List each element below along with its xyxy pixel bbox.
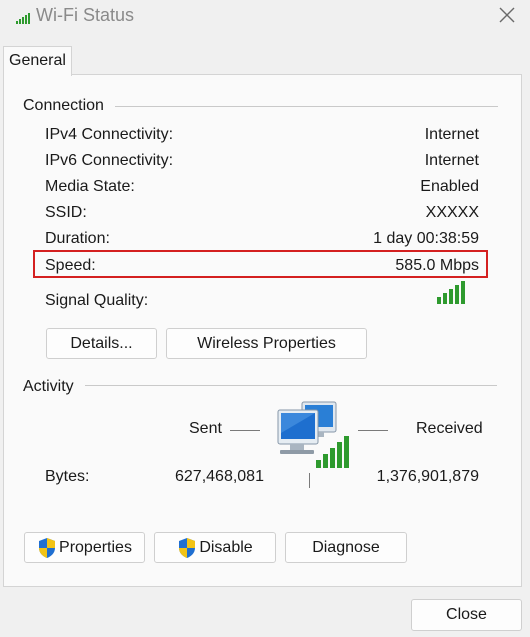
ssid-value: XXXXX [425,204,479,221]
properties-button-label: Properties [59,538,132,556]
close-icon[interactable] [496,4,518,26]
details-button[interactable]: Details... [46,328,157,359]
window-title: Wi-Fi Status [36,5,135,25]
disable-button-label: Disable [199,538,253,556]
wireless-properties-button[interactable]: Wireless Properties [166,328,367,359]
ipv6-value: Internet [424,152,479,169]
signal-quality-label: Signal Quality: [45,292,149,309]
wifi-signal-icon [16,13,30,24]
uac-shield-icon [179,537,196,558]
uac-shield-icon [39,537,56,558]
diagnose-button[interactable]: Diagnose [285,532,407,563]
tab-general[interactable]: General [3,46,72,76]
signal-strength-icon [437,281,465,304]
disable-button[interactable]: Disable [154,532,276,563]
activity-group-title: Activity [23,378,74,395]
ipv4-label: IPv4 Connectivity: [45,126,174,143]
ssid-label: SSID: [45,204,87,221]
sent-label: Sent [189,420,222,437]
ipv6-label: IPv6 Connectivity: [45,152,174,169]
bytes-sent-value: 627,468,081 [175,468,264,485]
duration-label: Duration: [45,230,110,247]
bytes-label: Bytes: [45,468,90,485]
ipv4-value: Internet [424,126,479,143]
speed-label: Speed: [45,257,96,274]
media-state-label: Media State: [45,178,135,195]
activity-divider [85,385,497,386]
activity-divider-tick [309,473,310,488]
received-line [358,430,388,431]
network-computers-icon [277,401,349,468]
properties-button[interactable]: Properties [24,532,145,563]
duration-value: 1 day 00:38:59 [373,230,479,247]
title-bar: Wi-Fi Status [0,0,530,34]
close-button[interactable]: Close [411,599,522,631]
connection-divider [115,106,498,107]
received-label: Received [416,420,483,437]
connection-group-title: Connection [23,97,104,114]
sent-line [230,430,260,431]
media-state-value: Enabled [420,178,479,195]
speed-value: 585.0 Mbps [395,257,479,274]
bytes-received-value: 1,376,901,879 [376,468,479,485]
